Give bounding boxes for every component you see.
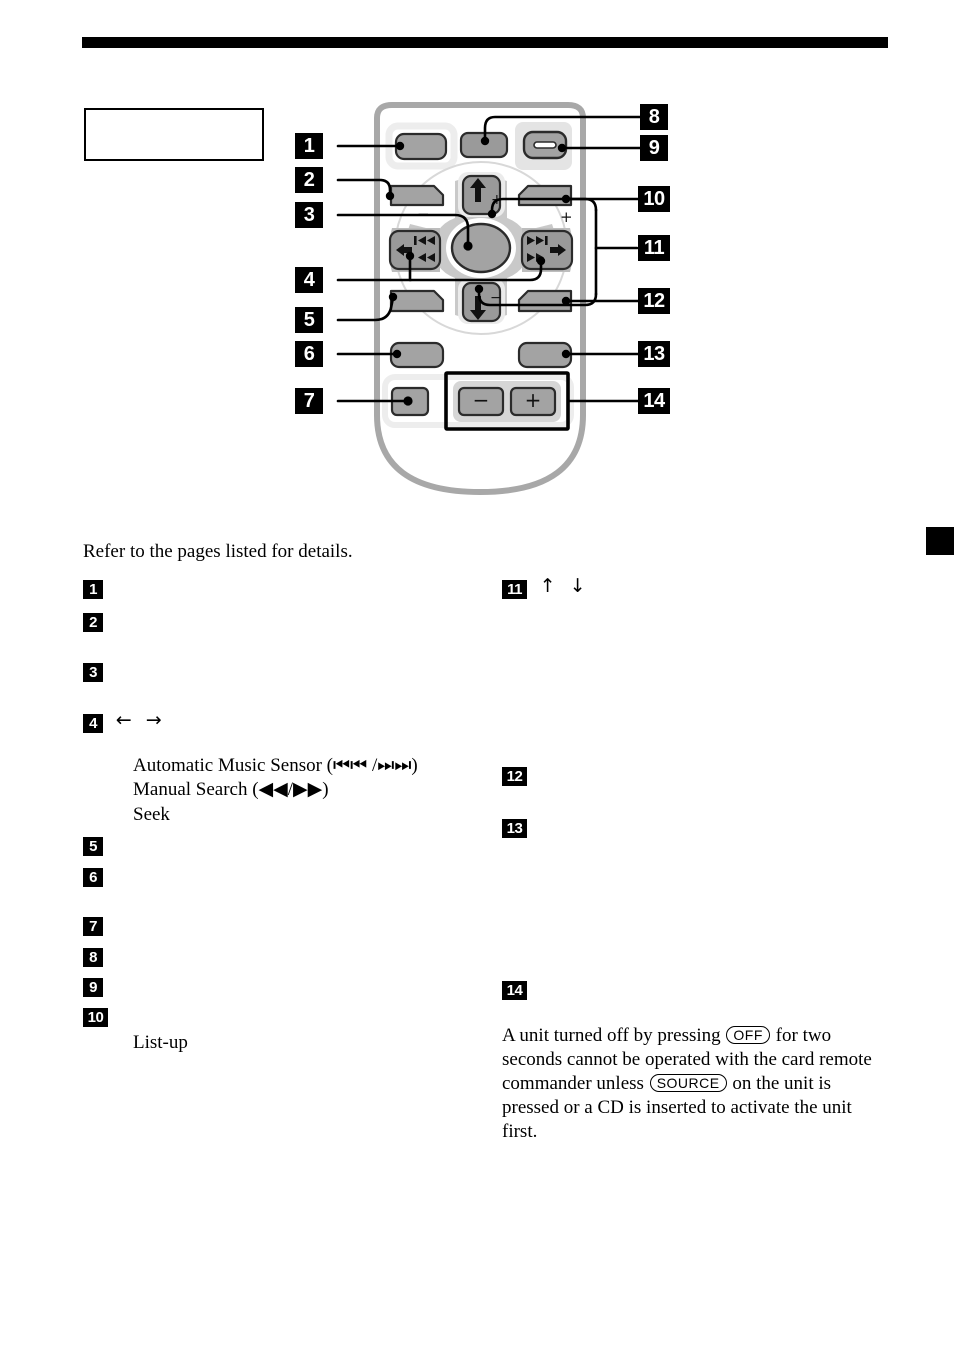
callout-5: 5 bbox=[295, 307, 323, 333]
center-enter-dial[interactable] bbox=[450, 222, 512, 274]
page-edge-tab bbox=[926, 527, 954, 555]
list-chip-11: 11 bbox=[502, 580, 527, 599]
callout-4: 4 bbox=[295, 267, 323, 293]
callout-14: 14 bbox=[638, 388, 670, 414]
remote-control-diagram: + − − + − + bbox=[0, 0, 954, 520]
list-item-1: 1 bbox=[83, 574, 103, 599]
callout-2: 2 bbox=[295, 167, 323, 193]
list-item-12: 12 bbox=[502, 761, 527, 786]
callout-6: 6 bbox=[295, 341, 323, 367]
list-item-4-details: Automatic Music Sensor (⏮⏮ /⏭⏭) Manual S… bbox=[83, 754, 418, 827]
list-chip-4: 4 bbox=[83, 714, 103, 733]
list-item-8: 8 bbox=[83, 942, 103, 967]
list-chip-9: 9 bbox=[83, 978, 103, 997]
up-down-arrows-icon: ↑ ↓ bbox=[539, 575, 590, 597]
list-chip-6: 6 bbox=[83, 868, 103, 887]
source-keycap: SOURCE bbox=[649, 1073, 727, 1092]
callout-13: 13 bbox=[638, 341, 670, 367]
menu-button-left[interactable] bbox=[389, 289, 445, 313]
callout-9: 9 bbox=[640, 135, 668, 161]
list-chip-10: 10 bbox=[83, 1008, 108, 1027]
callout-7: 7 bbox=[295, 388, 323, 414]
list-chip-7: 7 bbox=[83, 917, 103, 936]
list-item-9: 9 bbox=[83, 972, 103, 997]
left-right-arrows-icon: ← → bbox=[115, 709, 166, 731]
list-item-6: 6 bbox=[83, 862, 103, 887]
list-item-11: 11 ↑ ↓ bbox=[502, 574, 590, 599]
list-chip-1: 1 bbox=[83, 580, 103, 599]
callout-11: 11 bbox=[638, 235, 670, 261]
list-chip-5: 5 bbox=[83, 837, 103, 856]
list-item-3: 3 bbox=[83, 657, 103, 682]
list-item-10-details: List-up bbox=[83, 1031, 188, 1055]
volume-minus-label: − bbox=[473, 388, 490, 412]
intro-text: Refer to the pages listed for details. bbox=[83, 541, 353, 562]
list-item-2: 2 bbox=[83, 607, 103, 632]
mode-button[interactable] bbox=[389, 184, 445, 207]
down-minus-label: − bbox=[490, 290, 502, 306]
off-keycap: OFF bbox=[726, 1026, 770, 1044]
list-item-5: 5 bbox=[83, 831, 103, 856]
remote-illustration: + − − + − + bbox=[336, 102, 642, 496]
list-item-4: 4 ← → bbox=[83, 708, 166, 733]
list-item-10: 10 bbox=[83, 1002, 108, 1027]
list-chip-13: 13 bbox=[502, 819, 527, 838]
callout-3: 3 bbox=[295, 202, 323, 228]
list-chip-3: 3 bbox=[83, 663, 103, 682]
detail-seek: Seek bbox=[133, 803, 170, 825]
list-item-7: 7 bbox=[83, 911, 103, 936]
list-chip-2: 2 bbox=[83, 613, 103, 632]
list-chip-8: 8 bbox=[83, 948, 103, 967]
list-item-14: 14 bbox=[502, 975, 527, 1000]
callout-1: 1 bbox=[295, 133, 323, 159]
off-button-slot bbox=[533, 141, 557, 149]
note-part-1: A unit turned off by pressing bbox=[502, 1025, 721, 1046]
list-item-13: 13 bbox=[502, 813, 527, 838]
detail-list-up: List-up bbox=[133, 1032, 188, 1053]
list-chip-12: 12 bbox=[502, 767, 527, 786]
callout-10: 10 bbox=[638, 186, 670, 212]
callout-8: 8 bbox=[640, 104, 668, 130]
list-chip-14: 14 bbox=[502, 981, 527, 1000]
callout-12: 12 bbox=[638, 288, 670, 314]
volume-plus-label: + bbox=[525, 388, 542, 412]
right-plus-label: + bbox=[560, 208, 573, 226]
off-source-note: A unit turned off by pressing OFF for tw… bbox=[502, 1024, 872, 1144]
detail-manual-search: Manual Search (◀◀/▶▶) bbox=[133, 779, 329, 801]
detail-ams: Automatic Music Sensor (⏮⏮ /⏭⏭) bbox=[133, 755, 418, 776]
upper-right-button[interactable] bbox=[517, 184, 573, 207]
